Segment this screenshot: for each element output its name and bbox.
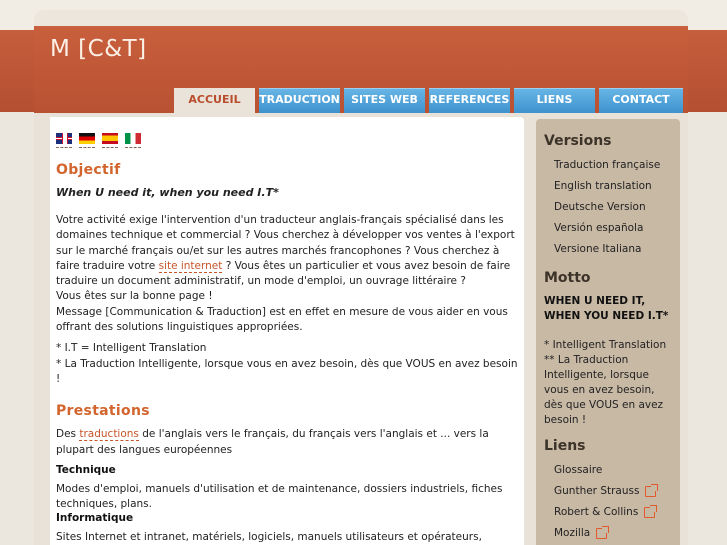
lien-mozilla[interactable]: Mozilla bbox=[544, 525, 672, 545]
nav-contact[interactable]: CONTACT bbox=[599, 88, 683, 113]
motto-note: * Intelligent Translation ** La Traducti… bbox=[544, 339, 667, 426]
nav-liens[interactable]: LIENS bbox=[514, 88, 595, 113]
main-nav: ACCUEIL TRADUCTION SITES WEB REFERENCES … bbox=[174, 88, 687, 113]
slogan: When U need it, when you need I.T* bbox=[56, 186, 279, 199]
motto-heading: Motto bbox=[544, 270, 591, 286]
version-label: Versión española bbox=[554, 222, 644, 234]
germany-flag-icon[interactable] bbox=[79, 133, 95, 148]
liens-heading: Liens bbox=[544, 438, 586, 454]
external-link-icon bbox=[644, 505, 658, 518]
version-item[interactable]: English translation bbox=[544, 178, 672, 199]
spain-flag-icon[interactable] bbox=[102, 133, 118, 148]
main-area: Objectif When U need it, when you need I… bbox=[34, 113, 688, 545]
lien-robert-collins[interactable]: Robert & Collins bbox=[544, 504, 672, 525]
nav-references[interactable]: REFERENCES bbox=[429, 88, 510, 113]
prest-text: Des bbox=[56, 428, 80, 441]
technique-text: Modes d'emploi, manuels d'utilisation et… bbox=[56, 482, 503, 511]
liens-list: Glossaire Gunther Strauss Robert & Colli… bbox=[544, 462, 672, 545]
versions-list: Traduction française English translation… bbox=[544, 157, 672, 262]
nav-accueil[interactable]: ACCUEIL bbox=[174, 88, 255, 113]
motto-text: WHEN U NEED IT, WHEN YOU NEED I.T* bbox=[544, 295, 669, 322]
version-item[interactable]: Traduction française bbox=[544, 157, 672, 178]
lien-label: Glossaire bbox=[554, 464, 603, 476]
informatique-text: Sites Internet et intranet, matériels, l… bbox=[56, 531, 482, 544]
version-item[interactable]: Versione Italiana bbox=[544, 241, 672, 262]
italy-flag-icon[interactable] bbox=[125, 133, 141, 148]
version-label: Traduction française bbox=[554, 159, 661, 171]
prestations-paragraph: Des traductions de l'anglais vers le fra… bbox=[56, 427, 518, 458]
language-flags bbox=[56, 133, 518, 148]
external-link-icon bbox=[645, 484, 659, 497]
technique-heading: Technique bbox=[56, 463, 116, 476]
intro-line-3: Message [Communication & Traduction] est… bbox=[56, 305, 508, 334]
version-item[interactable]: Versión española bbox=[544, 220, 672, 241]
version-label: English translation bbox=[554, 180, 652, 192]
version-label: Deutsche Version bbox=[554, 201, 646, 213]
note-it: * I.T = Intelligent Translation bbox=[56, 342, 207, 355]
nav-sites-web[interactable]: SITES WEB bbox=[344, 88, 425, 113]
site-title[interactable]: M [C&T] bbox=[50, 36, 147, 62]
site-header: M [C&T] ACCUEIL TRADUCTION SITES WEB REF… bbox=[34, 26, 688, 113]
lien-label: Mozilla bbox=[554, 527, 591, 539]
uk-flag-icon[interactable] bbox=[56, 133, 72, 148]
note-traduction: * La Traduction Intelligente, lorsque vo… bbox=[56, 357, 518, 385]
lien-label: Robert & Collins bbox=[554, 506, 639, 518]
versions-heading: Versions bbox=[544, 133, 612, 149]
lien-glossaire[interactable]: Glossaire bbox=[544, 462, 672, 483]
prestations-heading: Prestations bbox=[56, 403, 150, 420]
external-link-icon bbox=[596, 526, 610, 539]
intro-paragraph: Votre activité exige l'intervention d'un… bbox=[56, 213, 518, 289]
nav-traduction[interactable]: TRADUCTION bbox=[259, 88, 340, 113]
version-label: Versione Italiana bbox=[554, 243, 642, 255]
lien-label: Gunther Strauss bbox=[554, 485, 640, 497]
traductions-link[interactable]: traductions bbox=[79, 428, 139, 442]
objectif-heading: Objectif bbox=[56, 162, 121, 178]
sidebar: Versions Traduction française English tr… bbox=[536, 119, 680, 545]
version-item[interactable]: Deutsche Version bbox=[544, 199, 672, 220]
wrapper-top bbox=[34, 10, 688, 26]
intro-line-2: Vous êtes sur la bonne page ! bbox=[56, 290, 213, 303]
content-panel: Objectif When U need it, when you need I… bbox=[50, 117, 524, 545]
page-wrapper: M [C&T] ACCUEIL TRADUCTION SITES WEB REF… bbox=[34, 10, 688, 545]
lien-gunther-strauss[interactable]: Gunther Strauss bbox=[544, 483, 672, 504]
site-internet-link[interactable]: site internet bbox=[158, 259, 223, 273]
informatique-heading: Informatique bbox=[56, 512, 134, 525]
